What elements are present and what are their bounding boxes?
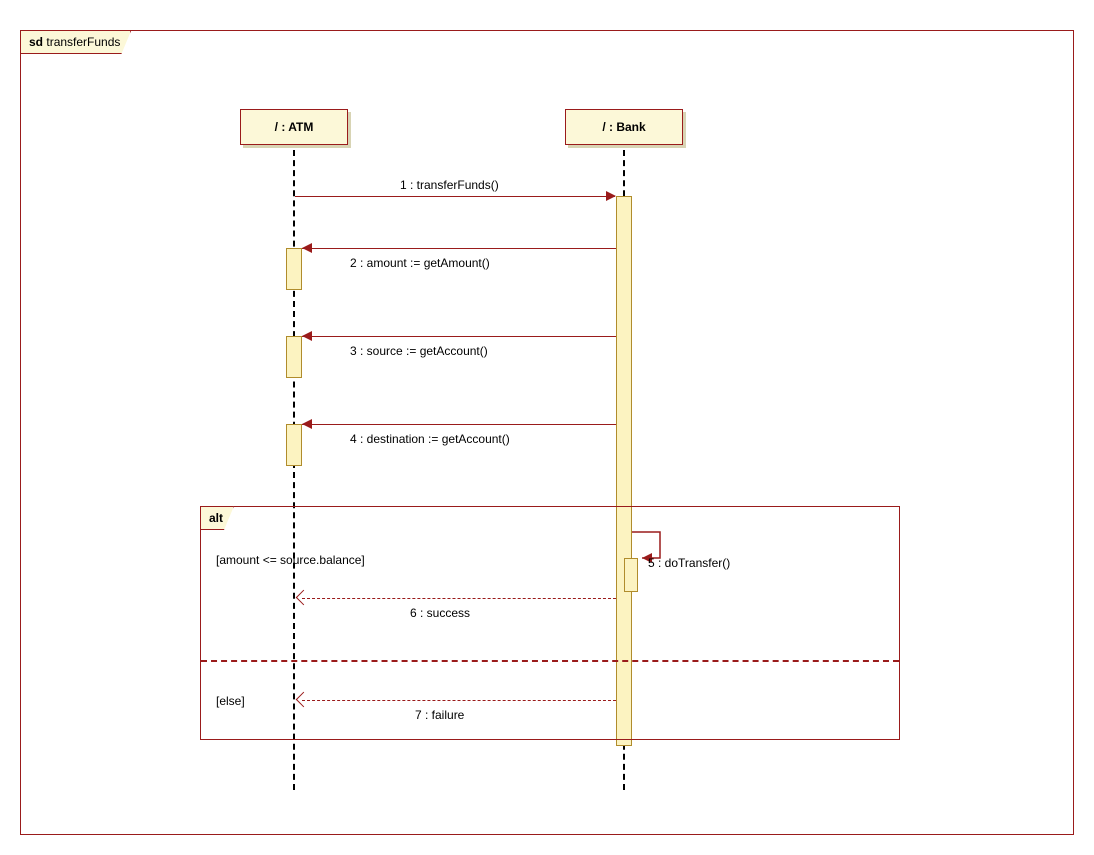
alt-guard2: [else] bbox=[216, 694, 245, 708]
lifeline-bank-head: / : Bank bbox=[565, 109, 683, 145]
alt-keyword: alt bbox=[209, 511, 223, 525]
activation-atm-2 bbox=[286, 248, 302, 290]
diagram-canvas: sd transferFunds / : ATM / : Bank 1 : tr… bbox=[0, 0, 1094, 855]
msg4-arrow bbox=[302, 419, 312, 429]
activation-bank-self bbox=[624, 558, 638, 592]
msg1-arrow bbox=[606, 191, 616, 201]
msg3-arrow bbox=[302, 331, 312, 341]
alt-guard1: [amount <= source.balance] bbox=[216, 553, 365, 567]
sd-name: transferFunds bbox=[46, 35, 120, 49]
msg6-line bbox=[302, 598, 616, 599]
activation-atm-3 bbox=[286, 336, 302, 378]
msg1-label: 1 : transferFunds() bbox=[400, 178, 499, 192]
msg2-line bbox=[302, 248, 616, 249]
lifeline-atm-label: / : ATM bbox=[275, 120, 314, 134]
alt-separator bbox=[201, 660, 899, 662]
msg3-label: 3 : source := getAccount() bbox=[350, 344, 488, 358]
sd-frame-tab: sd transferFunds bbox=[20, 30, 131, 54]
msg1-line bbox=[295, 196, 615, 197]
activation-atm-4 bbox=[286, 424, 302, 466]
msg4-label: 4 : destination := getAccount() bbox=[350, 432, 510, 446]
sd-keyword: sd bbox=[29, 35, 43, 49]
lifeline-bank-label: / : Bank bbox=[602, 120, 645, 134]
msg6-label: 6 : success bbox=[410, 606, 470, 620]
msg7-line bbox=[302, 700, 616, 701]
lifeline-atm-head: / : ATM bbox=[240, 109, 348, 145]
alt-frame-tab: alt bbox=[200, 506, 234, 530]
msg2-arrow bbox=[302, 243, 312, 253]
msg4-line bbox=[302, 424, 616, 425]
msg2-label: 2 : amount := getAmount() bbox=[350, 256, 490, 270]
msg3-line bbox=[302, 336, 616, 337]
msg7-label: 7 : failure bbox=[415, 708, 464, 722]
msg5-label: 5 : doTransfer() bbox=[648, 556, 730, 570]
